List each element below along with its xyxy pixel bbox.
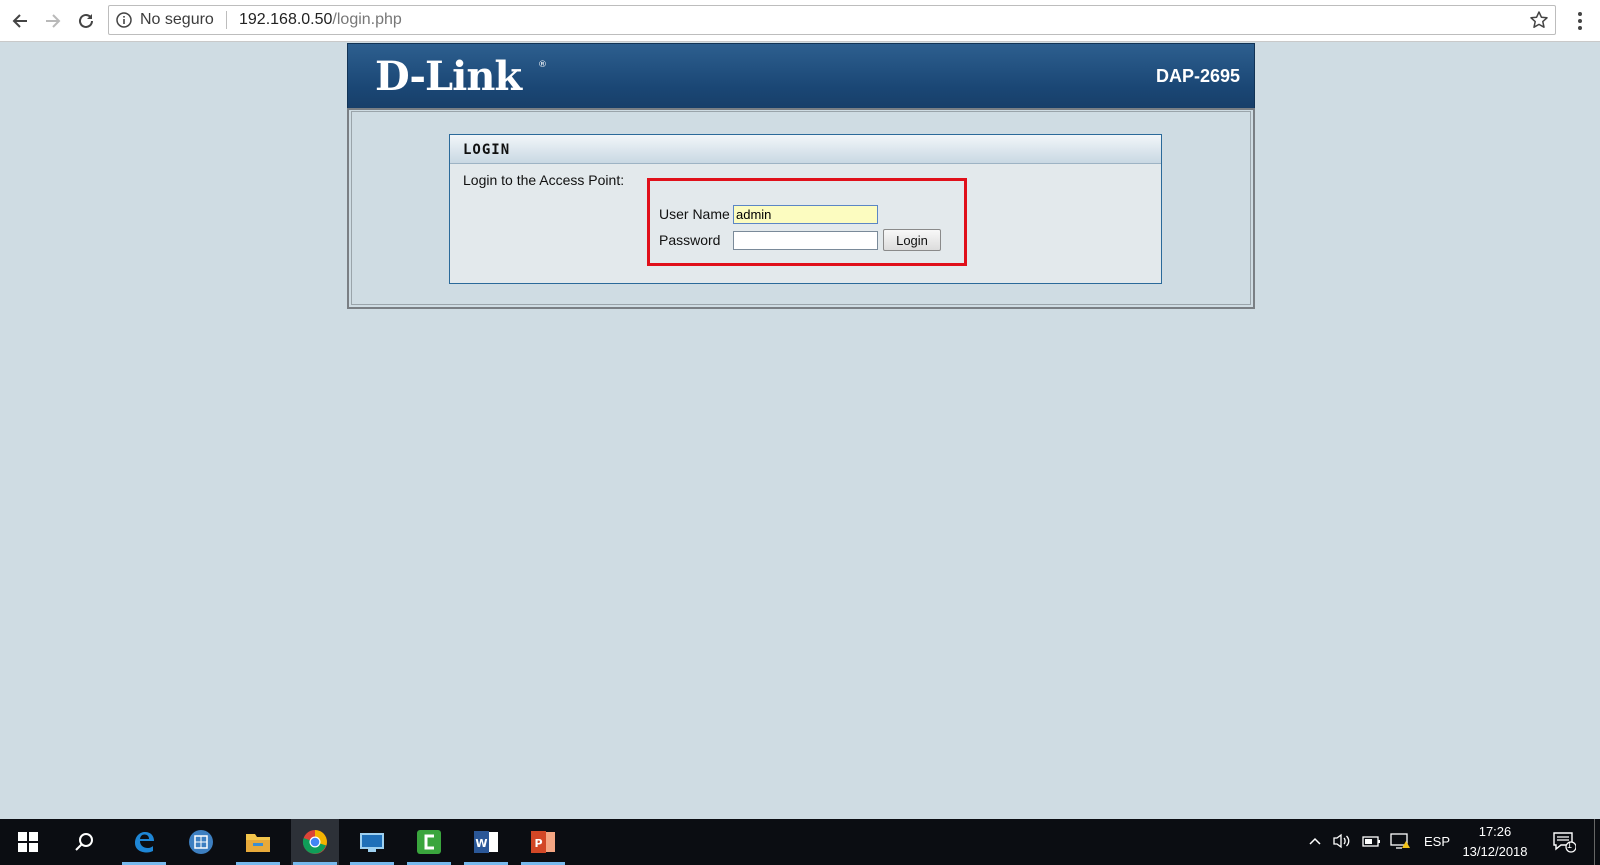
language-indicator[interactable]: ESP xyxy=(1424,834,1450,849)
reload-icon xyxy=(79,13,93,28)
file-explorer-icon xyxy=(246,834,270,852)
taskbar-remote-desktop[interactable] xyxy=(348,819,396,865)
clock[interactable]: 17:26 13/12/2018 xyxy=(1455,822,1535,862)
search-icon xyxy=(75,833,93,851)
browser-menu-icon[interactable] xyxy=(1572,10,1588,32)
back-arrow-icon xyxy=(12,14,27,28)
camtasia-icon xyxy=(417,830,441,854)
password-label: Password xyxy=(659,232,721,248)
clock-time: 17:26 xyxy=(1478,824,1512,839)
bookmark-star-icon[interactable] xyxy=(1529,10,1549,30)
model-name: DAP-2695 xyxy=(1155,66,1240,86)
edge-icon xyxy=(135,832,154,853)
registered-mark: ® xyxy=(538,60,547,70)
word-icon: W xyxy=(474,831,498,853)
chrome-icon xyxy=(302,830,327,854)
login-button[interactable]: Login xyxy=(883,229,941,251)
notification-count: 1 xyxy=(1567,840,1573,850)
dlink-banner: D-Link ® DAP-2695 xyxy=(347,43,1255,109)
taskbar-network-app[interactable] xyxy=(177,819,225,865)
address-separator xyxy=(226,11,227,29)
svg-text:P: P xyxy=(534,837,542,850)
login-intro: Login to the Access Point: xyxy=(463,172,625,188)
windows-start-icon xyxy=(18,832,38,852)
network-warning-icon[interactable] xyxy=(1390,832,1412,850)
url-host: 192.168.0.50 xyxy=(239,11,333,28)
forward-arrow-icon xyxy=(46,14,61,28)
remote-desktop-icon xyxy=(360,833,384,852)
username-input[interactable] xyxy=(733,205,878,224)
search-button[interactable] xyxy=(60,819,108,865)
security-label[interactable]: No seguro xyxy=(140,11,214,29)
powerpoint-icon: P xyxy=(531,831,555,853)
taskbar-file-explorer[interactable] xyxy=(234,819,282,865)
svg-text:W: W xyxy=(475,837,487,850)
browser-toolbar: No seguro 192.168.0.50/login.php xyxy=(0,0,1600,42)
taskbar-powerpoint[interactable]: P xyxy=(519,819,567,865)
clock-date: 13/12/2018 xyxy=(1462,844,1528,859)
tray-chevron-up-icon[interactable] xyxy=(1308,834,1322,848)
address-bar[interactable]: No seguro 192.168.0.50/login.php xyxy=(108,5,1556,35)
taskbar-edge[interactable] xyxy=(120,819,168,865)
reload-button[interactable] xyxy=(73,8,99,34)
volume-icon[interactable] xyxy=(1332,833,1352,849)
forward-button[interactable] xyxy=(40,8,66,34)
network-app-icon xyxy=(189,830,213,854)
taskbar-camtasia[interactable] xyxy=(405,819,453,865)
password-input[interactable] xyxy=(733,231,878,250)
start-button[interactable] xyxy=(4,819,52,865)
login-panel-header: LOGIN xyxy=(450,135,1161,164)
taskbar-word[interactable]: W xyxy=(462,819,510,865)
username-label: User Name xyxy=(659,206,730,222)
info-icon[interactable] xyxy=(116,12,132,28)
back-button[interactable] xyxy=(7,8,33,34)
battery-icon[interactable] xyxy=(1362,834,1382,848)
page-frame: D-Link ® DAP-2695 LOGIN Login to the Acc… xyxy=(347,43,1255,309)
show-desktop-button[interactable] xyxy=(1594,819,1595,865)
dlink-logo: D-Link xyxy=(375,53,522,100)
taskbar-chrome[interactable] xyxy=(291,819,339,865)
action-center-icon[interactable] xyxy=(1552,831,1576,853)
url-path: /login.php xyxy=(332,11,402,28)
login-title: LOGIN xyxy=(463,142,511,158)
url-text[interactable]: 192.168.0.50/login.php xyxy=(239,11,402,29)
taskbar: W P ESP 17:26 13/12/2018 1 xyxy=(0,819,1600,865)
